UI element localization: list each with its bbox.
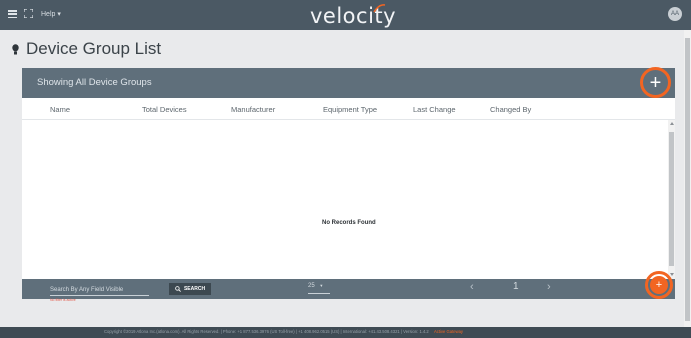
chevron-down-icon: ▼ [319,283,324,288]
table-footer: Search By Any Field Visible No filter is… [22,271,675,302]
card-header-title: Showing All Device Groups [37,77,152,88]
search-button-label: SEARCH [183,286,206,292]
search-input[interactable]: Search By Any Field Visible [50,287,123,293]
page-title: Device Group List [26,39,162,58]
plus-icon: + [650,276,668,294]
column-header-equipment-type[interactable]: Equipment Type [323,105,377,114]
user-avatar[interactable]: AA [668,7,682,21]
copyright-info: Copyright ©2019 Atlona Inc.(atlona.com).… [104,329,429,334]
page-size-select[interactable]: 25 ▼ [308,283,330,294]
search-input-underline [50,295,149,296]
search-hint: No filter is active [50,298,76,302]
table-header-row: Name Total Devices Manufacturer Equipmen… [22,98,675,120]
column-header-last-change[interactable]: Last Change [413,105,456,114]
page-size-value: 25 [308,283,315,289]
search-icon [175,286,181,292]
copyright-text: Copyright ©2019 Atlona Inc.(atlona.com).… [104,329,463,334]
scroll-up-icon[interactable] [670,122,674,125]
scrollbar-thumb[interactable] [669,132,674,266]
column-header-total-devices[interactable]: Total Devices [142,105,187,114]
next-page-icon[interactable]: › [547,281,551,293]
page-scrollbar[interactable] [684,30,691,327]
table-body: No Records Found [22,120,675,279]
scroll-down-icon[interactable] [670,273,674,276]
hamburger-menu-icon[interactable] [8,10,17,18]
footer-bar: Copyright ©2019 Atlona Inc.(atlona.com).… [0,327,691,338]
logo-accent-icon [373,4,386,13]
card-header: Showing All Device Groups + [22,67,675,98]
table-scrollbar[interactable] [668,120,675,279]
active-gateway-link[interactable]: Active Gateway [434,329,463,334]
column-header-manufacturer[interactable]: Manufacturer [231,105,275,114]
device-group-table-card: Showing All Device Groups + Name Total D… [22,67,675,296]
search-button[interactable]: SEARCH [169,283,211,295]
column-header-name[interactable]: Name [50,105,70,114]
fullscreen-icon[interactable] [24,9,33,18]
help-menu[interactable]: Help ▾ [41,10,61,18]
add-device-group-button[interactable]: + [639,67,671,98]
page-scrollbar-thumb[interactable] [685,38,690,321]
column-header-changed-by[interactable]: Changed By [490,105,531,114]
plus-icon: + [640,67,671,98]
empty-state-message: No Records Found [322,220,376,226]
lightbulb-icon [12,43,19,54]
page-header: Device Group List [12,38,161,60]
top-navigation-bar: Help ▾ velocity AA [0,0,691,30]
current-page-number: 1 [513,281,519,292]
floating-add-button[interactable]: + [645,271,673,299]
previous-page-icon[interactable]: ‹ [470,281,474,293]
